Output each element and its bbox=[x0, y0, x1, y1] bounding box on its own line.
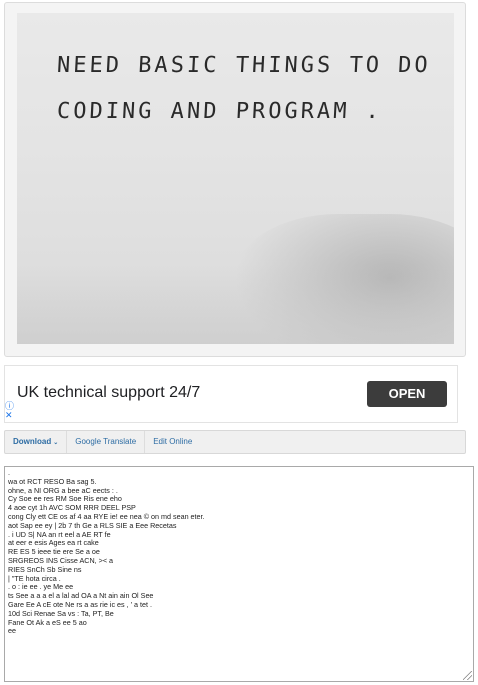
edit-online-button[interactable]: Edit Online bbox=[145, 431, 200, 453]
ad-choices[interactable]: ⓘ ✕ bbox=[5, 402, 14, 420]
uploaded-photo: NEED BASIC THINGS TO DO CODING AND PROGR… bbox=[17, 13, 454, 344]
chevron-down-icon: ⌄ bbox=[53, 440, 59, 446]
photo-shadow-bottom bbox=[17, 264, 454, 344]
ocr-line: | "TE hota circa . bbox=[8, 573, 61, 583]
page: NEED BASIC THINGS TO DO CODING AND PROGR… bbox=[0, 0, 478, 685]
photo-text-line-1: NEED BASIC THINGS TO DO bbox=[56, 53, 432, 78]
result-toolbar: Download ⌄ Google Translate Edit Online bbox=[4, 430, 466, 454]
download-button[interactable]: Download ⌄ bbox=[5, 431, 68, 453]
ad-headline[interactable]: UK technical support 24/7 bbox=[17, 384, 200, 402]
advertisement[interactable]: UK technical support 24/7 OPEN ⓘ ✕ bbox=[4, 365, 458, 423]
ad-open-button[interactable]: OPEN bbox=[367, 381, 447, 407]
google-translate-button[interactable]: Google Translate bbox=[67, 431, 146, 453]
close-icon[interactable]: ✕ bbox=[5, 410, 13, 420]
ocr-line: RIES SnCh Sb Sine ns bbox=[8, 564, 82, 574]
resize-grip-icon[interactable] bbox=[463, 671, 472, 680]
image-panel: NEED BASIC THINGS TO DO CODING AND PROGR… bbox=[4, 2, 466, 357]
ocr-line: Fane Ot Ak a eS ee 5 ao bbox=[8, 617, 87, 627]
ocr-result-textarea[interactable]: . wa ot RCT RESO Ba sag 5. ohne, a NI OR… bbox=[4, 466, 474, 682]
photo-text-line-2: CODING AND PROGRAM . bbox=[56, 99, 383, 124]
download-label: Download bbox=[13, 437, 52, 446]
ocr-line: ee bbox=[8, 626, 16, 636]
